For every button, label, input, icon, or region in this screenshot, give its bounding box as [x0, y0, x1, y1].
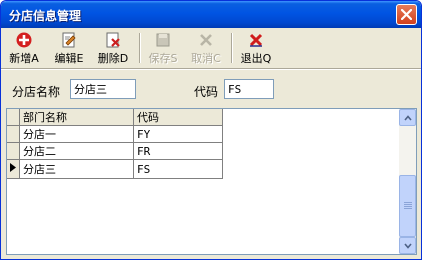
cancel-icon — [200, 34, 212, 46]
chevron-down-icon — [404, 243, 412, 249]
current-row-indicator[interactable] — [7, 159, 20, 179]
toolbar-separator — [139, 33, 141, 63]
code-label: 代码 — [194, 85, 219, 99]
table-row[interactable]: 分店三 FS — [7, 159, 223, 179]
edit-button[interactable]: 编辑E — [53, 31, 85, 65]
scroll-up-button[interactable] — [399, 109, 416, 126]
cancel-button[interactable]: 取消C — [190, 31, 222, 65]
cell-branch-name[interactable]: 分店一 — [19, 125, 134, 143]
toolbar-separator — [231, 33, 233, 63]
add-button[interactable]: 新增A — [9, 31, 39, 65]
branch-name-label: 分店名称 — [12, 85, 61, 99]
code-input[interactable] — [224, 79, 274, 99]
exit-icon — [249, 33, 263, 47]
save-button-label: 保存S — [148, 52, 178, 65]
column-header-code[interactable]: 代码 — [133, 109, 223, 126]
plus-icon — [16, 32, 32, 48]
title-bar[interactable]: 分店信息管理 — [1, 1, 421, 28]
save-button[interactable]: 保存S — [147, 31, 179, 65]
edit-form: 分店名称 代码 — [1, 70, 421, 108]
edit-button-label: 编辑E — [54, 52, 84, 65]
row-indicator-header — [7, 109, 20, 126]
row-indicator[interactable] — [7, 125, 20, 143]
branch-name-input[interactable] — [70, 79, 136, 99]
close-icon — [401, 9, 412, 20]
table-row[interactable]: 分店二 FR — [7, 142, 223, 160]
close-button[interactable] — [396, 4, 417, 25]
current-row-arrow-icon — [10, 163, 16, 172]
edit-icon — [62, 32, 76, 48]
table-header: 部门名称 代码 — [7, 109, 223, 126]
exit-button[interactable]: 退出Q — [239, 31, 273, 65]
save-icon — [156, 33, 170, 47]
branch-table: 部门名称 代码 分店一 FY 分店二 FR 分店三 FS — [7, 109, 223, 179]
scroll-thumb[interactable] — [399, 175, 416, 237]
window-title: 分店信息管理 — [9, 9, 82, 23]
vertical-scrollbar[interactable] — [399, 109, 416, 254]
cell-code[interactable]: FY — [133, 125, 223, 143]
toolbar: 新增A 编辑E 删除D 保存S 取消C 退出Q — [1, 28, 421, 68]
add-button-label: 新增A — [9, 52, 39, 65]
branch-grid[interactable]: 部门名称 代码 分店一 FY 分店二 FR 分店三 FS — [6, 108, 417, 255]
cell-code[interactable]: FR — [133, 142, 223, 160]
table-row[interactable]: 分店一 FY — [7, 125, 223, 143]
exit-button-label: 退出Q — [240, 52, 272, 65]
window: 分店信息管理 新增A 编辑E 删除D 保存S 取消C 退出Q 分店名称 分店三 … — [0, 0, 422, 260]
cell-branch-name[interactable]: 分店三 — [19, 159, 134, 179]
row-indicator[interactable] — [7, 142, 20, 160]
cancel-button-label: 取消C — [191, 52, 221, 65]
chevron-up-icon — [404, 115, 412, 121]
column-header-name[interactable]: 部门名称 — [19, 109, 134, 126]
delete-button-label: 删除D — [97, 52, 129, 65]
delete-icon — [106, 32, 120, 48]
cell-branch-name[interactable]: 分店二 — [19, 142, 134, 160]
cell-code[interactable]: FS — [133, 159, 223, 179]
scroll-down-button[interactable] — [399, 237, 416, 254]
delete-button[interactable]: 删除D — [97, 31, 129, 65]
